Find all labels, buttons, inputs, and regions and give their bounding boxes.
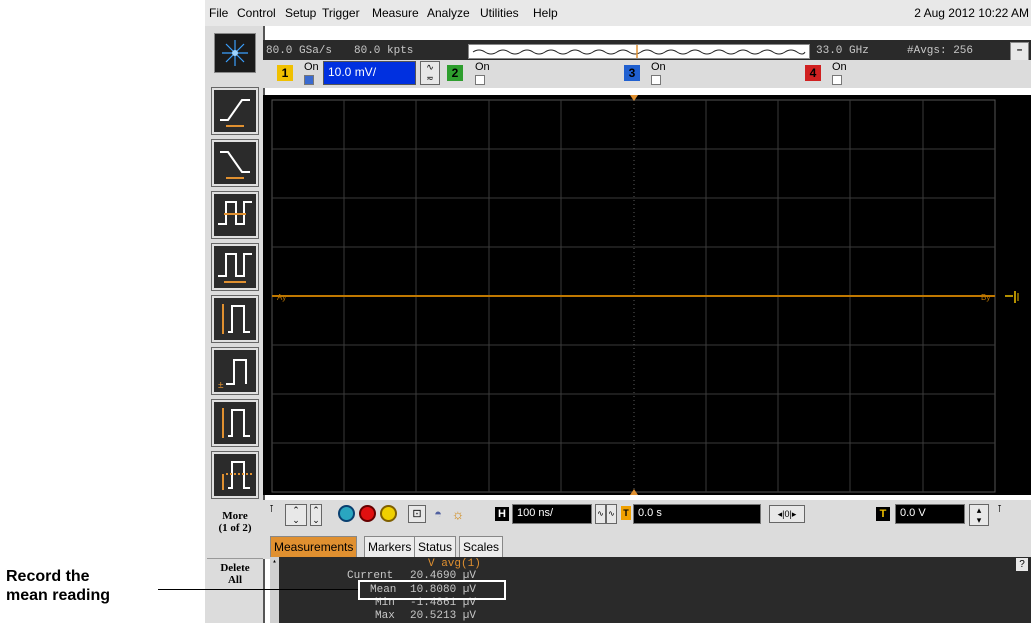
more-page-label: (1 of 2)	[218, 522, 252, 534]
delete-all-button[interactable]: Delete All	[207, 558, 263, 590]
channel-4-on-label: On	[832, 61, 847, 73]
sample-rate: 80.0 GSa/s	[266, 45, 333, 57]
channel-1-badge[interactable]: 1	[277, 65, 293, 81]
waveform-fine-stepper[interactable]: ⌃ ⌄	[310, 504, 322, 526]
channel-1-checkbox[interactable]	[304, 75, 314, 85]
menu-bar: File Control Setup Trigger Measure Analy…	[205, 0, 1031, 26]
max-label: Max	[375, 610, 395, 622]
memory-depth: 80.0 kpts	[354, 45, 414, 57]
menu-trigger[interactable]: Trigger	[322, 6, 360, 20]
results-tabs: Measurements Markers Status Scales	[263, 535, 1031, 559]
channel-2-on-label: On	[475, 61, 490, 73]
single-button[interactable]	[380, 505, 397, 522]
annotation-leader-line	[158, 589, 358, 590]
channel-3-badge[interactable]: 3	[624, 65, 640, 81]
menu-setup[interactable]: Setup	[285, 6, 316, 20]
tab-markers[interactable]: Markers	[364, 536, 416, 558]
horizontal-scale-up[interactable]: ∿	[606, 504, 617, 524]
peak-to-peak-button[interactable]	[211, 399, 259, 447]
brand-logo-icon	[214, 33, 256, 73]
reference-position-control[interactable]: ◂|0|▸	[769, 505, 805, 523]
channel-4-checkbox[interactable]	[832, 75, 842, 85]
amplitude-button[interactable]	[211, 295, 259, 343]
autoscale-icon[interactable]: ◓	[429, 505, 447, 523]
annotation-line-2: mean reading	[6, 587, 111, 604]
menu-control[interactable]: Control	[237, 6, 276, 20]
mean-highlight-box	[358, 580, 506, 600]
trigger-label: T	[876, 507, 890, 521]
measurement-scrollbar[interactable]: ▴	[270, 557, 279, 623]
marker-b-label: By	[981, 293, 990, 302]
waveform-scroll-stepper[interactable]: ⌃ ⌄	[285, 504, 307, 526]
measurement-title: V avg(1)	[428, 558, 481, 570]
brightness-icon[interactable]: ☼	[449, 505, 467, 523]
tab-status[interactable]: Status	[414, 536, 457, 558]
channel-2-checkbox[interactable]	[475, 75, 485, 85]
more-label: More	[222, 510, 248, 522]
channel-bar: 1 On 10.0 mV/ ∿ ≂ 2 On 3 On 4 On	[263, 60, 1031, 88]
stop-button[interactable]	[359, 505, 376, 522]
frequency-button[interactable]	[211, 243, 259, 291]
menu-help[interactable]: Help	[533, 6, 558, 20]
period-button[interactable]	[211, 191, 259, 239]
rise-time-button[interactable]	[211, 87, 259, 135]
trigger-marker-icon: ⊺	[269, 504, 275, 515]
max-value: 20.5213 µV	[410, 610, 477, 622]
horizontal-scale-field[interactable]: 100 ns/	[512, 504, 592, 524]
horizontal-scale-down[interactable]: ∿	[595, 504, 606, 524]
menu-analyze[interactable]: Analyze	[427, 6, 470, 20]
channel-2-badge[interactable]: 2	[447, 65, 463, 81]
channel-4-badge[interactable]: 4	[805, 65, 821, 81]
horizontal-delay-field[interactable]: 0.0 s	[633, 504, 761, 524]
clock-display: 2 Aug 2012 10:22 AM	[914, 6, 1029, 20]
averages-count: #Avgs: 256	[907, 45, 974, 57]
delay-marker-icon: T	[621, 506, 631, 520]
channel-1-scale-stepper[interactable]: ∿ ≂	[420, 61, 440, 85]
delete-all-label: Delete All	[220, 562, 250, 586]
marker-a-label: Ay	[277, 293, 286, 302]
horizontal-label: H	[495, 507, 509, 521]
tab-measurements[interactable]: Measurements	[270, 536, 358, 558]
annotation-line-1: Record the	[6, 568, 90, 585]
trigger-level-field[interactable]: 0.0 V	[895, 504, 965, 524]
waveform-overview[interactable]	[468, 44, 810, 59]
trigger-level-marker-icon: ⊺	[997, 504, 1003, 515]
average-button[interactable]	[211, 451, 259, 499]
ground-reference-icon	[1005, 291, 1019, 303]
reference-position-value: 0	[784, 509, 790, 519]
trigger-level-stepper[interactable]: ▴ ▾	[969, 504, 989, 526]
bandwidth: 33.0 GHz	[816, 45, 869, 57]
help-button[interactable]: ?	[1016, 558, 1028, 571]
more-button[interactable]: More (1 of 2)	[209, 510, 261, 534]
menu-file[interactable]: File	[209, 6, 228, 20]
top-button[interactable]: ±	[211, 347, 259, 395]
channel-3-checkbox[interactable]	[651, 75, 661, 85]
channel-1-on-label: On	[304, 61, 319, 73]
menu-measure[interactable]: Measure	[372, 6, 419, 20]
menu-utilities[interactable]: Utilities	[480, 6, 519, 20]
control-bar: ⊺ ⌃ ⌄ ⌃ ⌄ ⊡ ◓ ☼ H 100 ns/ ∿ ∿ T 0.0 s ◂|0|…	[263, 500, 1031, 536]
tab-scales[interactable]: Scales	[459, 536, 504, 558]
annotation-callout: Record the mean reading	[6, 567, 110, 605]
channel-1-scale-field[interactable]: 10.0 mV/	[323, 61, 416, 85]
measurement-toolbar: ± More (1 of 2) Delete All	[205, 26, 265, 623]
fall-time-button[interactable]	[211, 139, 259, 187]
minimize-button[interactable]: –	[1010, 42, 1029, 62]
clear-display-icon[interactable]: ⊡	[408, 505, 426, 523]
channel-3-on-label: On	[651, 61, 666, 73]
waveform-display[interactable]: Ay By	[263, 95, 1031, 495]
run-button[interactable]	[338, 505, 355, 522]
svg-text:±: ±	[218, 380, 224, 391]
